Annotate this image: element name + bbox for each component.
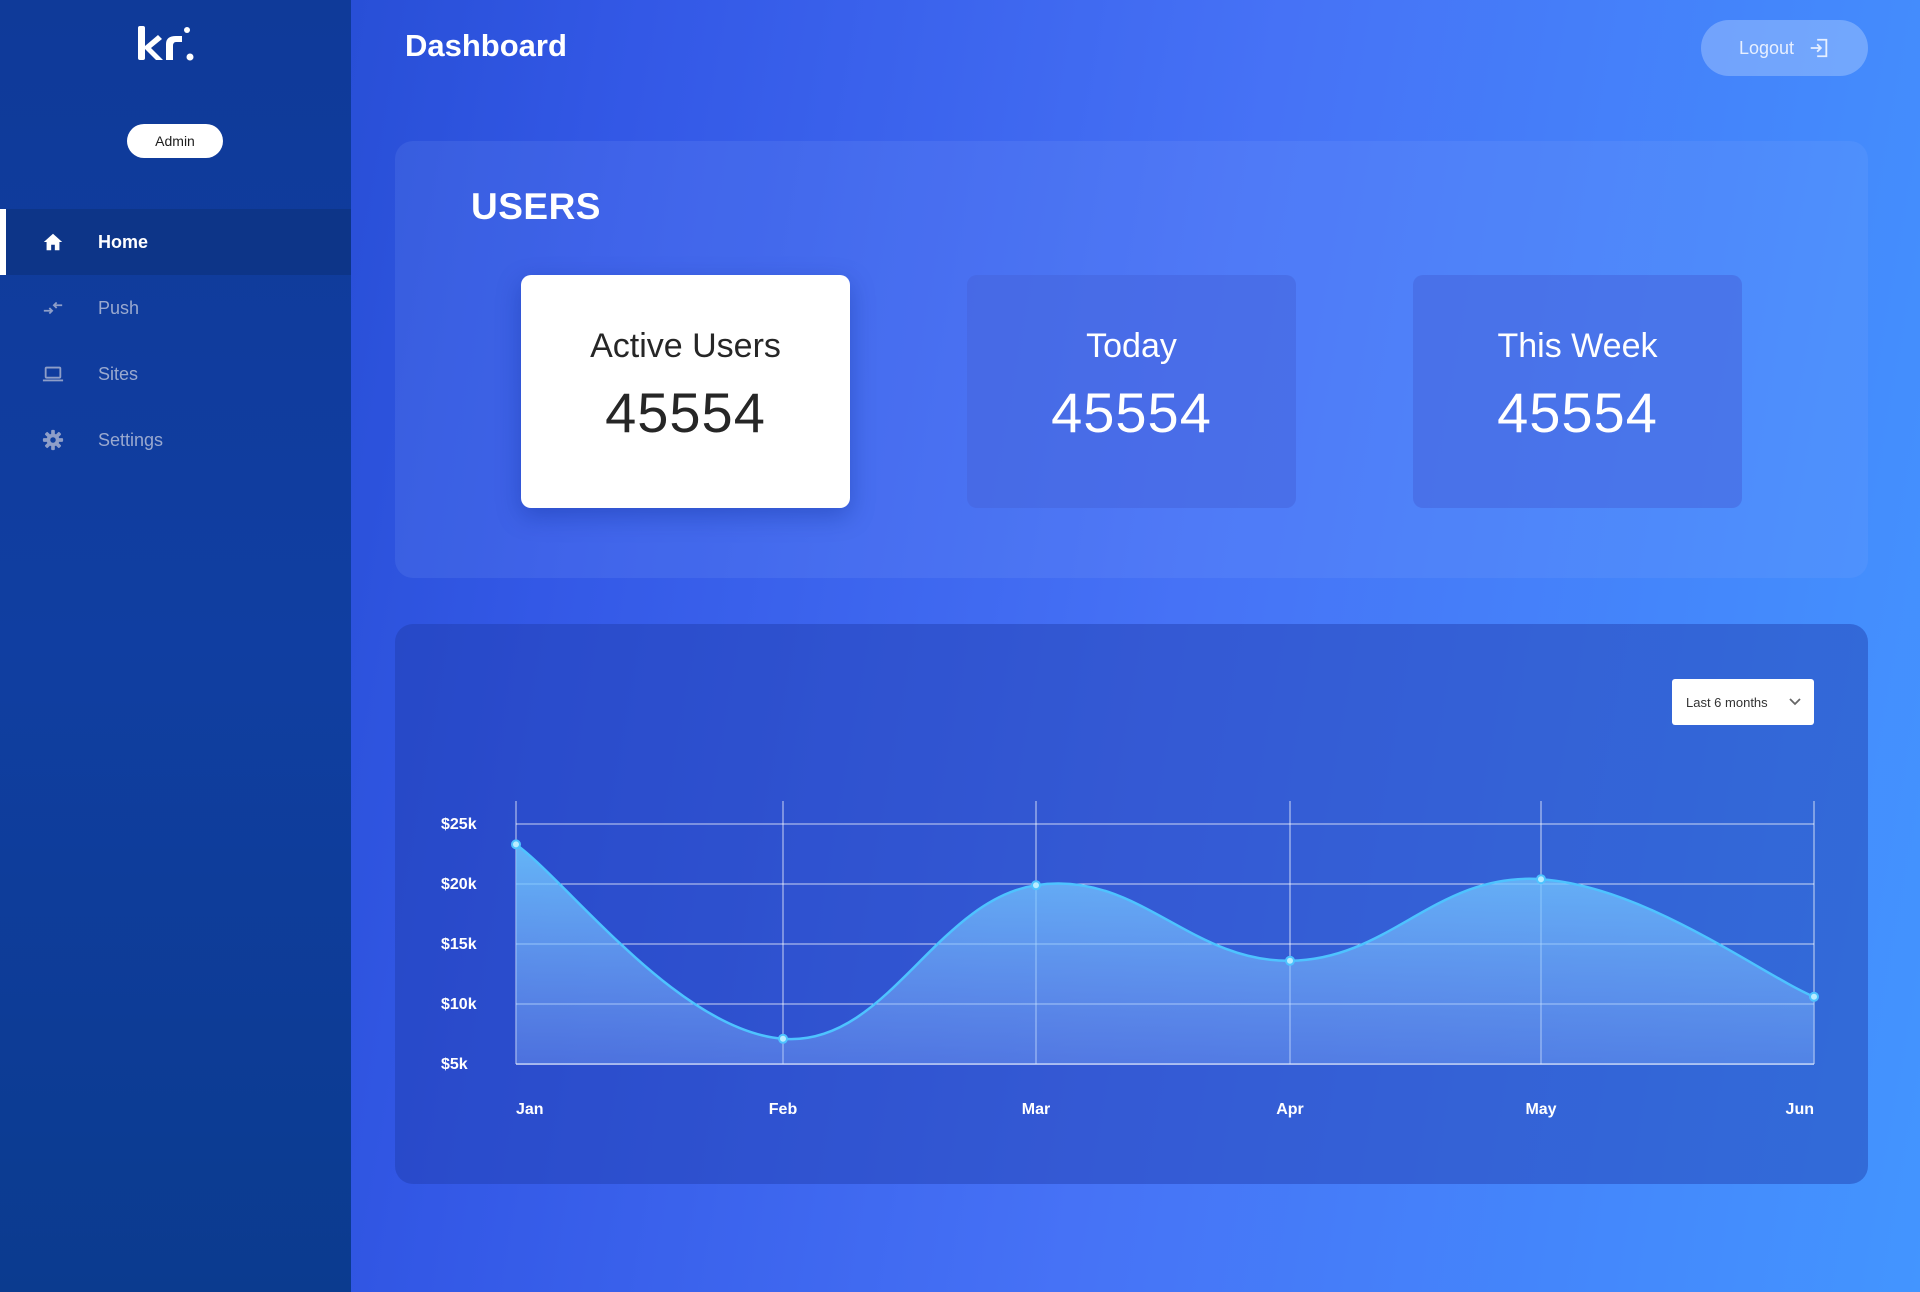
x-tick-label: May — [1525, 1101, 1556, 1118]
push-arrows-icon — [43, 301, 63, 315]
role-badge: Admin — [127, 124, 223, 158]
area-fill — [516, 844, 1814, 1064]
chevron-down-icon — [1789, 698, 1801, 706]
sidebar-item-label: Home — [98, 231, 149, 252]
stat-value: 45554 — [1051, 381, 1212, 444]
stat-value: 45554 — [1497, 381, 1658, 444]
data-point — [511, 839, 521, 850]
logout-label: Logout — [1738, 37, 1795, 58]
stat-label: Active Users — [590, 327, 781, 365]
page-title: Dashboard — [405, 28, 567, 63]
logout-button[interactable]: Logout — [1701, 20, 1868, 76]
sidebar-item-settings[interactable]: Settings — [0, 407, 351, 473]
data-point — [1031, 880, 1041, 891]
area-chart: $5k $10k $15k $20k $25k Jan Feb Mar Apr May Jun — [441, 801, 1819, 1118]
users-section-title: USERS — [471, 186, 601, 227]
x-tick-label: Jan — [516, 1101, 544, 1118]
data-point — [1285, 955, 1295, 966]
data-point — [1536, 874, 1546, 885]
sidebar-item-push[interactable]: Push — [0, 275, 351, 341]
y-tick-label: $10k — [441, 996, 477, 1013]
sidebar-item-home[interactable]: Home — [0, 209, 351, 275]
stat-label: Today — [1086, 327, 1177, 365]
x-tick-label: Feb — [769, 1101, 798, 1118]
sidebar-item-label: Sites — [98, 363, 139, 384]
range-dropdown-value: Last 6 months — [1686, 694, 1768, 710]
gear-icon — [42, 429, 64, 451]
stat-card-active-users[interactable]: Active Users 45554 — [521, 275, 850, 508]
y-tick-label: $25k — [441, 816, 477, 833]
stat-card-this-week[interactable]: This Week 45554 — [1413, 275, 1742, 508]
kr-logo[interactable] — [136, 24, 196, 64]
x-tick-label: Jun — [1786, 1101, 1814, 1118]
y-tick-label: $20k — [441, 876, 477, 893]
data-point — [1809, 991, 1819, 1002]
range-dropdown[interactable]: Last 6 months — [1672, 679, 1814, 725]
sidebar-nav: Home Push Sites Settings — [0, 209, 351, 473]
y-tick-label: $5k — [441, 1056, 468, 1073]
stat-value: 45554 — [605, 381, 766, 444]
data-point — [778, 1033, 788, 1044]
sidebar-item-label: Settings — [98, 429, 164, 450]
logout-icon — [1810, 38, 1828, 58]
sidebar-item-label: Push — [98, 297, 140, 318]
sidebar: Admin Home Push Sites Settings — [0, 0, 351, 1292]
sidebar-item-sites[interactable]: Sites — [0, 341, 351, 407]
home-icon — [43, 233, 63, 251]
stat-card-today[interactable]: Today 45554 — [967, 275, 1296, 508]
y-tick-label: $15k — [441, 936, 477, 953]
x-tick-label: Mar — [1022, 1101, 1050, 1118]
users-panel: USERS Active Users 45554 Today 45554 Thi… — [395, 141, 1868, 578]
laptop-icon — [42, 366, 64, 382]
chart-panel: $5k $10k $15k $20k $25k Jan Feb Mar Apr May Jun La… — [395, 624, 1868, 1184]
x-tick-label: Apr — [1276, 1101, 1304, 1118]
stat-label: This Week — [1497, 327, 1658, 365]
